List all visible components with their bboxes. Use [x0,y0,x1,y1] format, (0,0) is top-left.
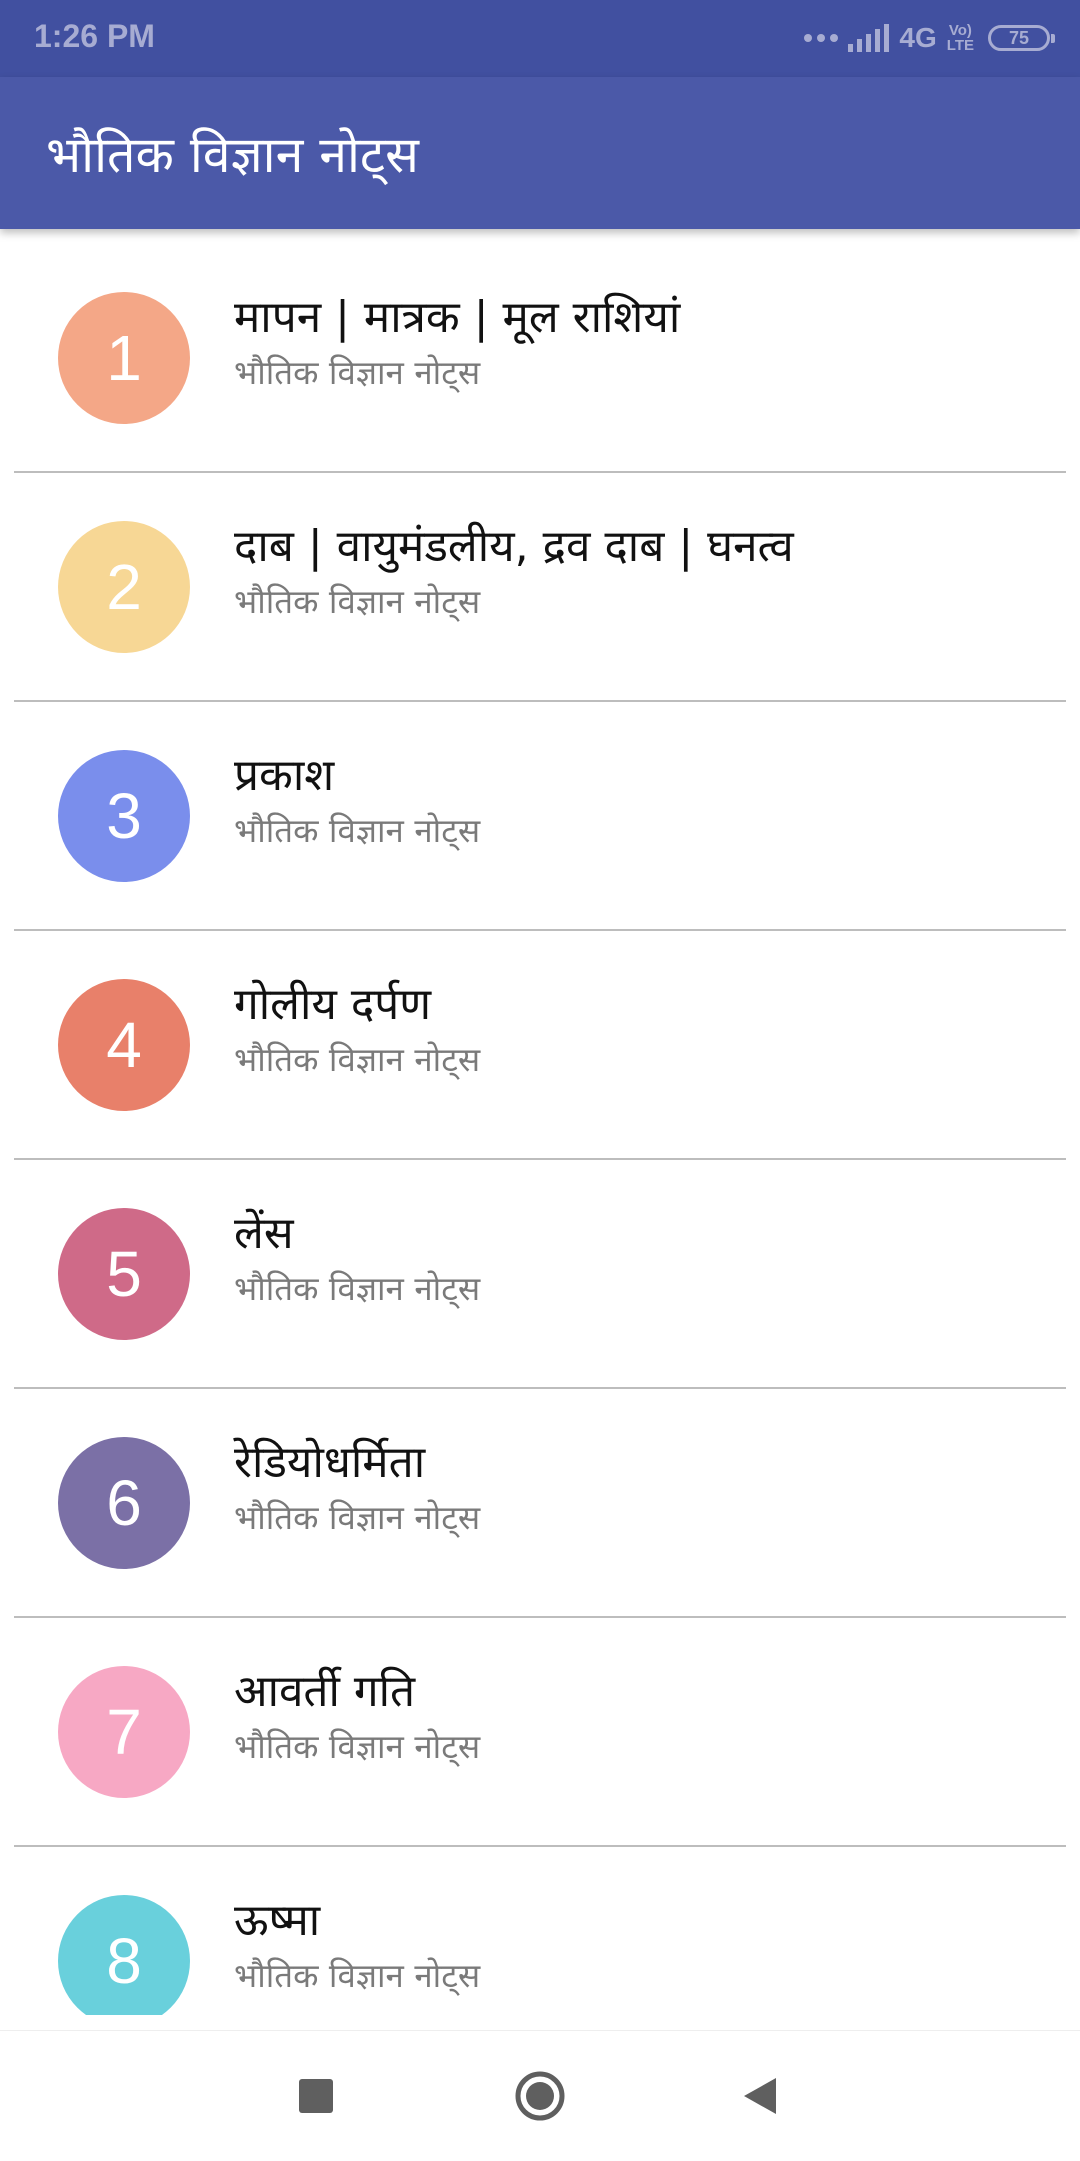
item-subtitle: भौतिक विज्ञान नोट्स [234,1040,481,1079]
item-subtitle: भौतिक विज्ञान नोट्स [234,1269,481,1308]
battery-icon: 75 [988,25,1055,51]
status-bar: 1:26 PM 4G Vo) LTE 75 [0,0,1080,77]
app-bar: भौतिक विज्ञान नोट्स [0,77,1080,229]
number-avatar: 5 [58,1208,190,1340]
system-nav-bar [0,2030,1080,2161]
number-avatar: 4 [58,979,190,1111]
item-subtitle: भौतिक विज्ञान नोट्स [234,1956,481,1995]
number-avatar: 3 [58,750,190,882]
list-item[interactable]: 2 दाब | वायुमंडलीय, द्रव दाब | घनत्व भौतिक… [14,473,1066,702]
item-title: ऊष्मा [234,1895,321,1946]
list-item[interactable]: 3 प्रकाश भौतिक विज्ञान नोट्स [14,702,1066,931]
number-avatar: 1 [58,292,190,424]
item-subtitle: भौतिक विज्ञान नोट्स [234,353,481,392]
network-type: 4G [899,22,937,53]
number-avatar: 7 [58,1666,190,1798]
back-icon[interactable] [730,2066,790,2126]
item-title: आवर्ती गति [234,1666,416,1717]
chapter-list[interactable]: 1 मापन | मात्रक | मूल राशियां भौतिक विज्ञा… [14,229,1066,2015]
item-title: गोलीय दर्पण [234,979,432,1030]
list-item[interactable]: 8 ऊष्मा भौतिक विज्ञान नोट्स [14,1847,1066,2015]
item-title: मापन | मात्रक | मूल राशियां [234,292,681,343]
recents-icon[interactable] [286,2066,346,2126]
home-icon[interactable] [510,2066,570,2126]
item-title: लेंस [234,1208,294,1259]
page-title: भौतिक विज्ञान नोट्स [46,126,419,184]
status-icons: 4G Vo) LTE 75 [804,16,1055,60]
number-avatar: 8 [58,1895,190,2015]
number-avatar: 2 [58,521,190,653]
signal-icon [848,24,890,52]
item-title: प्रकाश [234,750,335,801]
status-time: 1:26 PM [34,18,155,54]
item-title: दाब | वायुमंडलीय, द्रव दाब | घनत्व [234,521,794,572]
more-notifications-icon [804,34,839,42]
list-item[interactable]: 7 आवर्ती गति भौतिक विज्ञान नोट्स [14,1618,1066,1847]
item-subtitle: भौतिक विज्ञान नोट्स [234,811,481,850]
item-title: रेडियोधर्मिता [234,1437,426,1488]
item-subtitle: भौतिक विज्ञान नोट्स [234,1498,481,1537]
list-item[interactable]: 1 मापन | मात्रक | मूल राशियां भौतिक विज्ञा… [14,229,1066,473]
number-avatar: 6 [58,1437,190,1569]
list-item[interactable]: 5 लेंस भौतिक विज्ञान नोट्स [14,1160,1066,1389]
item-subtitle: भौतिक विज्ञान नोट्स [234,1727,481,1766]
list-item[interactable]: 6 रेडियोधर्मिता भौतिक विज्ञान नोट्स [14,1389,1066,1618]
volte-icon: Vo) LTE [946,22,974,54]
item-subtitle: भौतिक विज्ञान नोट्स [234,582,481,621]
list-item[interactable]: 4 गोलीय दर्पण भौतिक विज्ञान नोट्स [14,931,1066,1160]
